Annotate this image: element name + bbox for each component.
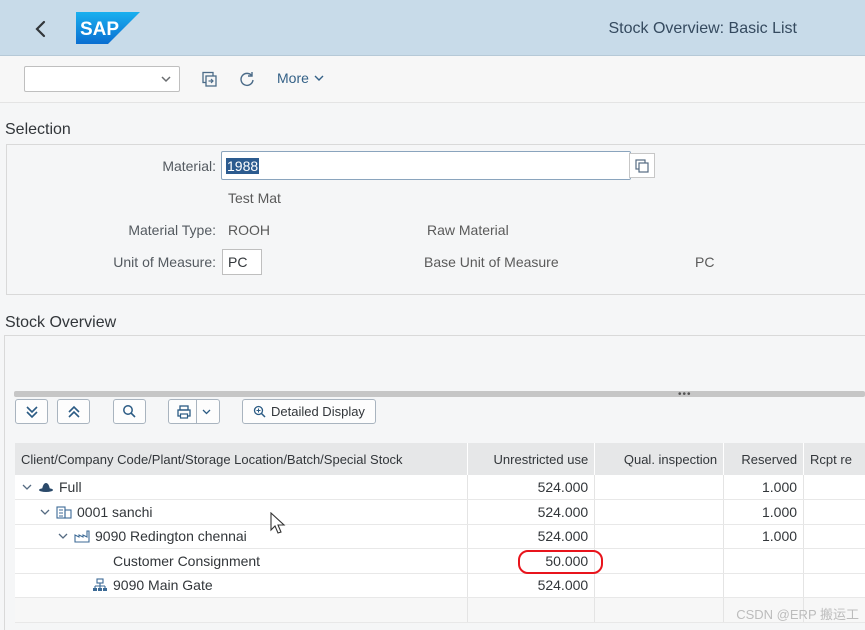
- column-header-reserved[interactable]: Reserved: [723, 443, 805, 475]
- material-type-description: Raw Material: [427, 222, 509, 238]
- row-label: 9090 Main Gate: [113, 577, 213, 594]
- table-header-row: Client/Company Code/Plant/Storage Locati…: [15, 443, 865, 475]
- watermark-text: CSDN @ERP 搬运工: [736, 607, 859, 622]
- refresh-button[interactable]: [234, 66, 260, 92]
- svg-text:SAP: SAP: [80, 19, 119, 40]
- row-label: Customer Consignment: [113, 552, 261, 569]
- chevron-left-icon: [35, 20, 46, 38]
- expand-all-icon: [25, 405, 38, 418]
- table-row[interactable]: Customer Consignment 50.000: [15, 548, 865, 574]
- material-input[interactable]: 1988: [221, 151, 631, 180]
- material-description: Test Mat: [228, 190, 281, 206]
- back-button[interactable]: [26, 14, 56, 44]
- chevron-down-icon: [314, 75, 324, 81]
- search-icon: [123, 405, 136, 418]
- cell-qual-inspection: [594, 475, 725, 500]
- cell-unrestricted: 524.000: [467, 499, 596, 525]
- cell-qual-inspection: [594, 499, 725, 525]
- refresh-icon: [240, 72, 254, 86]
- cell-qual-inspection: [594, 524, 725, 549]
- copy-icon: [202, 71, 217, 87]
- find-button[interactable]: [113, 399, 146, 424]
- uom-label: Unit of Measure:: [113, 254, 216, 270]
- chevron-down-icon[interactable]: [57, 530, 69, 542]
- cell-reserved: 1.000: [723, 524, 805, 549]
- material-type-label: Material Type:: [128, 222, 216, 238]
- chevron-down-icon[interactable]: [39, 506, 51, 518]
- cell-reserved: [723, 548, 805, 574]
- column-header-hierarchy[interactable]: Client/Company Code/Plant/Storage Locati…: [15, 443, 469, 475]
- selection-title: Selection: [5, 121, 71, 138]
- cell-unrestricted: 524.000: [467, 573, 596, 598]
- table-row[interactable]: 9090 Redington chennai 524.000 1.000: [15, 524, 865, 549]
- chevron-down-icon[interactable]: [21, 481, 33, 493]
- sap-logo: SAP: [76, 12, 140, 44]
- uom-input[interactable]: PC: [222, 249, 262, 275]
- storage-location-icon: [93, 578, 107, 592]
- app-toolbar: More: [0, 56, 865, 103]
- table-row[interactable]: 9090 Main Gate 524.000: [15, 573, 865, 598]
- cell-qual-inspection: [594, 573, 725, 598]
- expand-all-button[interactable]: [15, 399, 48, 424]
- value-help-icon: [635, 158, 649, 173]
- cell-qual-inspection: [594, 548, 725, 574]
- material-label: Material:: [162, 158, 216, 174]
- variant-select[interactable]: [24, 66, 180, 92]
- collapse-all-icon: [67, 405, 80, 418]
- row-label: 0001 sanchi: [77, 503, 153, 520]
- cell-reserved: 1.000: [723, 475, 805, 500]
- cell-unrestricted: 50.000: [467, 548, 596, 574]
- hat-icon: [39, 483, 53, 492]
- cell-unrestricted: 524.000: [467, 524, 596, 549]
- material-type-value: ROOH: [228, 222, 270, 238]
- row-label: 9090 Redington chennai: [95, 528, 247, 545]
- value-help-button[interactable]: [629, 153, 655, 178]
- base-uom-label: Base Unit of Measure: [424, 254, 559, 270]
- save-as-tile-button[interactable]: [196, 66, 222, 92]
- stock-overview-title: Stock Overview: [5, 314, 117, 331]
- chevron-down-icon: [161, 76, 171, 83]
- table-row[interactable]: Full 524.000 1.000: [15, 475, 865, 500]
- table-row[interactable]: 0001 sanchi 524.000 1.000: [15, 499, 865, 525]
- column-header-qual-inspection[interactable]: Qual. inspection: [594, 443, 725, 475]
- splitter-bar[interactable]: [14, 391, 865, 397]
- detailed-display-button[interactable]: Detailed Display: [242, 399, 376, 424]
- print-icon: [177, 404, 191, 419]
- uom-value: PC: [228, 254, 248, 270]
- collapse-all-button[interactable]: [57, 399, 90, 424]
- more-menu-button[interactable]: More: [277, 70, 325, 86]
- mouse-cursor-icon: [270, 512, 286, 534]
- column-header-rcpt[interactable]: Rcpt re: [803, 443, 865, 475]
- page-title: Stock Overview: Basic List: [608, 20, 798, 37]
- column-header-unrestricted[interactable]: Unrestricted use: [467, 443, 596, 475]
- stock-overview-table: Client/Company Code/Plant/Storage Locati…: [15, 443, 865, 623]
- shell-bar: SAP Stock Overview: Basic List: [0, 0, 865, 56]
- base-uom-value: PC: [695, 254, 715, 270]
- plant-icon: [74, 530, 90, 543]
- zoom-icon: [253, 405, 266, 418]
- company-code-icon: [56, 506, 72, 519]
- more-label: More: [277, 70, 309, 86]
- row-label: Full: [59, 479, 82, 495]
- cell-reserved: [723, 573, 805, 598]
- splitter-handle[interactable]: •••: [678, 389, 692, 400]
- material-value: 1988: [226, 157, 260, 174]
- detailed-display-label: Detailed Display: [271, 404, 365, 419]
- cell-reserved: 1.000: [723, 499, 805, 525]
- cell-unrestricted: 524.000: [467, 475, 596, 500]
- chevron-down-icon: [202, 409, 211, 415]
- print-button[interactable]: [168, 399, 220, 424]
